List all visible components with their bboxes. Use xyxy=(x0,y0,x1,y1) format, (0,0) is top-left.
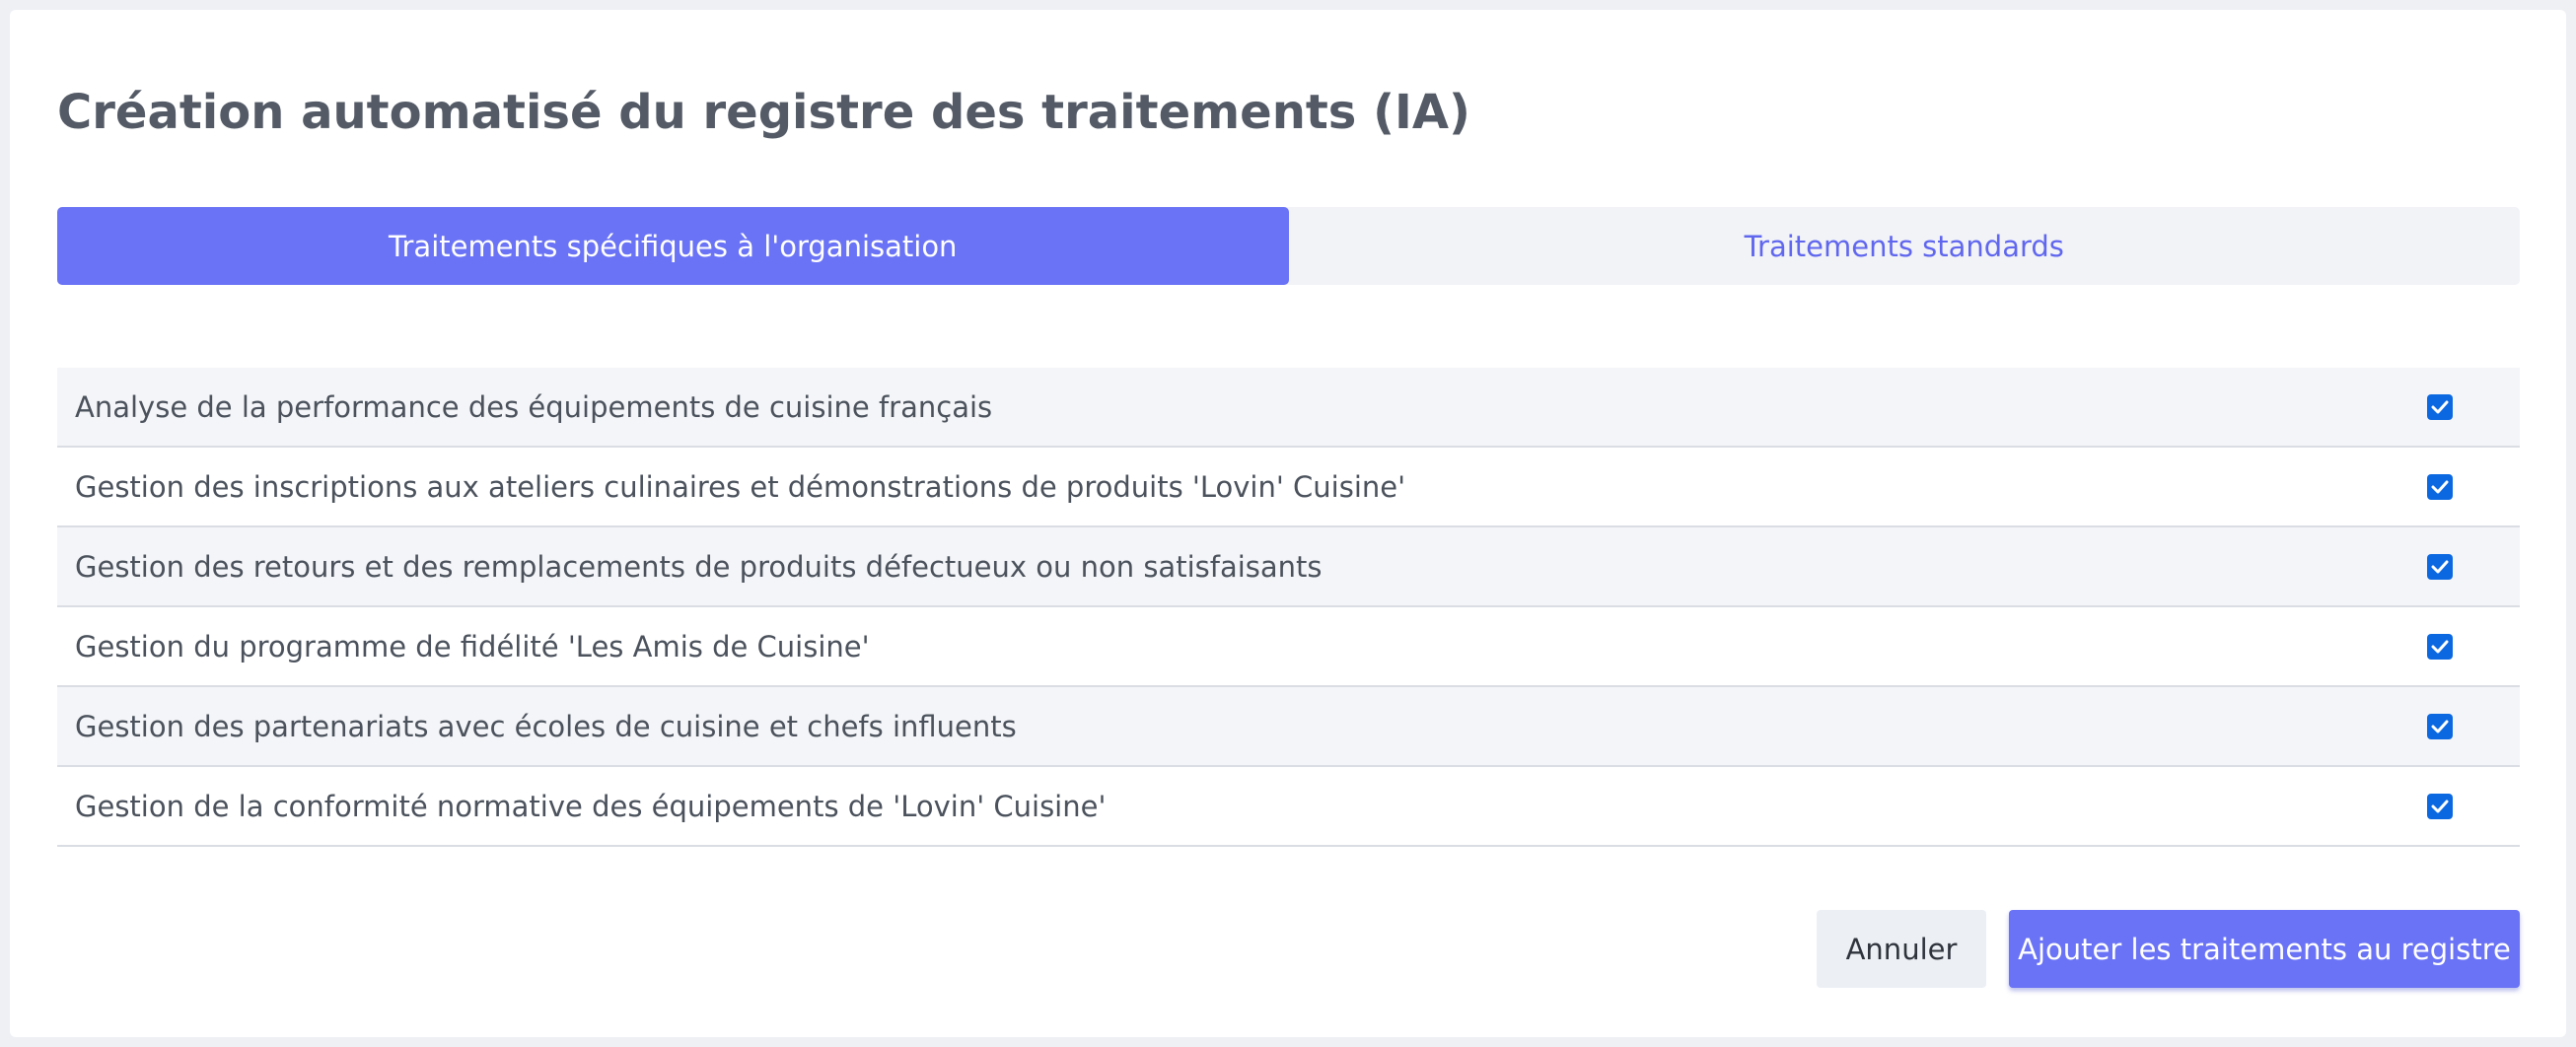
checkmark-icon xyxy=(2431,640,2449,653)
treatment-row: Gestion des partenariats avec écoles de … xyxy=(57,687,2520,767)
modal-dialog: Création automatisé du registre des trai… xyxy=(10,10,2566,1037)
tab-standard-treatments[interactable]: Traitements standards xyxy=(1289,207,2521,285)
cancel-button[interactable]: Annuler xyxy=(1817,910,1986,988)
checkmark-icon xyxy=(2431,800,2449,812)
treatment-label: Gestion des retours et des remplacements… xyxy=(75,549,1323,584)
treatments-list: Analyse de la performance des équipement… xyxy=(57,368,2520,847)
checkmark-icon xyxy=(2431,480,2449,493)
treatment-label: Gestion des inscriptions aux ateliers cu… xyxy=(75,469,1406,504)
treatment-checkbox[interactable] xyxy=(2427,793,2453,819)
checkmark-icon xyxy=(2431,720,2449,733)
treatment-row: Gestion des inscriptions aux ateliers cu… xyxy=(57,448,2520,527)
treatment-label: Gestion du programme de fidélité 'Les Am… xyxy=(75,629,870,663)
treatment-checkbox[interactable] xyxy=(2427,393,2453,420)
treatment-row: Analyse de la performance des équipement… xyxy=(57,368,2520,448)
tab-specific-treatments[interactable]: Traitements spécifiques à l'organisation xyxy=(57,207,1289,285)
treatment-checkbox[interactable] xyxy=(2427,633,2453,660)
tab-bar: Traitements spécifiques à l'organisation… xyxy=(57,207,2520,285)
treatment-row: Gestion de la conformité normative des é… xyxy=(57,767,2520,847)
treatment-checkbox[interactable] xyxy=(2427,553,2453,580)
modal-title: Création automatisé du registre des trai… xyxy=(57,85,1470,140)
checkmark-icon xyxy=(2431,400,2449,413)
treatment-label: Analyse de la performance des équipement… xyxy=(75,389,993,424)
treatment-checkbox[interactable] xyxy=(2427,713,2453,739)
add-treatments-button[interactable]: Ajouter les traitements au registre xyxy=(2009,910,2520,988)
treatment-checkbox[interactable] xyxy=(2427,473,2453,500)
treatment-row: Gestion des retours et des remplacements… xyxy=(57,527,2520,607)
treatment-row: Gestion du programme de fidélité 'Les Am… xyxy=(57,607,2520,687)
checkmark-icon xyxy=(2431,560,2449,573)
treatment-label: Gestion des partenariats avec écoles de … xyxy=(75,709,1017,743)
treatment-label: Gestion de la conformité normative des é… xyxy=(75,789,1107,823)
